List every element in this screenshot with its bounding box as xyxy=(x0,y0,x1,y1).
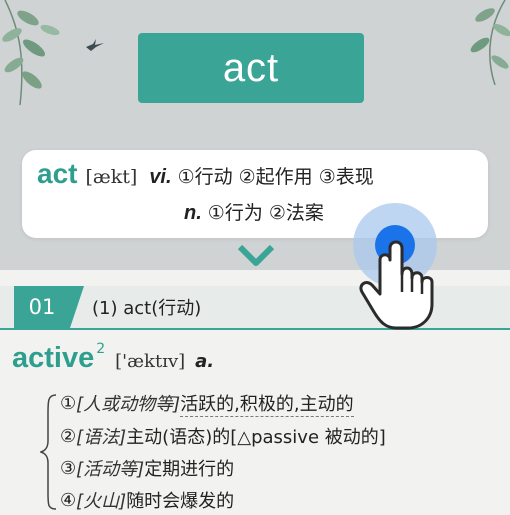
definition-verb-meanings: ①行动 ②起作用 ③表现 xyxy=(177,166,374,188)
sense-brace xyxy=(40,394,57,510)
banner-word: act xyxy=(222,45,280,90)
sense-text: 定期进行的 xyxy=(144,459,235,480)
sense-item: ① [人或动物等] 活跃的,积极的,主动的 xyxy=(60,388,354,418)
definition-line-noun: n. ①行为 ②法案 xyxy=(172,198,324,228)
entry-headword: active xyxy=(12,342,95,374)
sense-label: [活动等] xyxy=(76,459,145,480)
entry-superscript: 2 xyxy=(96,341,106,357)
definition-pos-noun: n. xyxy=(184,202,202,224)
sense-item: ② [语法] 主动(语态)的[△passive 被动的] xyxy=(60,421,386,451)
sense-text: 随时会爆发的 xyxy=(126,491,235,512)
section-number-tab xyxy=(70,286,84,328)
definition-pos-verb: vi. xyxy=(149,166,172,188)
word-banner: act xyxy=(138,33,364,103)
bird-icon xyxy=(86,39,104,51)
sense-label: [人或动物等] xyxy=(76,394,181,415)
tap-hand-icon xyxy=(353,203,437,330)
leaf-decoration-icon xyxy=(2,0,60,106)
definition-ipa: [ækt] xyxy=(85,166,138,188)
entry-pos: a. xyxy=(195,351,215,372)
definition-headword: act xyxy=(37,158,78,189)
leaf-decoration-icon xyxy=(470,0,510,85)
sense-number: ① xyxy=(60,392,77,414)
definition-noun-meanings: ①行为 ②法案 xyxy=(207,202,324,224)
entry-ipa: ['æktɪv] xyxy=(115,351,186,372)
section-label: (1) act(行动) xyxy=(92,298,202,319)
sense-number: ③ xyxy=(60,457,77,479)
sense-label: [语法] xyxy=(76,427,127,448)
sense-item: ④ [火山] 随时会爆发的 xyxy=(60,485,234,515)
sense-number: ② xyxy=(60,425,77,447)
section-number: 01 xyxy=(14,286,70,328)
sense-item: ③ [活动等] 定期进行的 xyxy=(60,453,234,483)
definition-line-verb: act [ækt] vi. ①行动 ②起作用 ③表现 xyxy=(37,158,374,192)
sense-text: 主动(语态)的[△passive 被动的] xyxy=(126,427,386,448)
entry-header: active 2 ['æktɪv] a. xyxy=(12,341,215,382)
sense-text: 活跃的,积极的,主动的 xyxy=(180,390,354,417)
sense-label: [火山] xyxy=(76,491,127,512)
chevron-down-icon[interactable] xyxy=(238,245,274,267)
sense-number: ④ xyxy=(60,489,77,511)
